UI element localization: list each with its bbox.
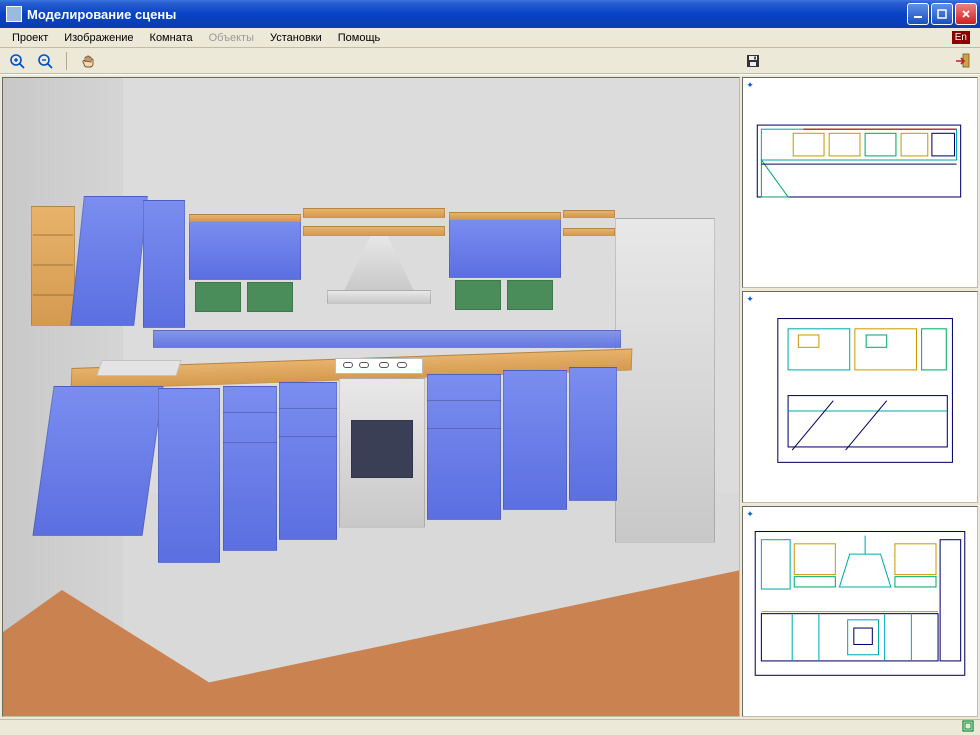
menu-help[interactable]: Помощь <box>330 30 389 46</box>
base-cabinet-6 <box>569 367 617 501</box>
window-controls <box>907 3 977 25</box>
exit-door-icon <box>954 52 972 70</box>
menu-project[interactable]: Проект <box>4 30 56 46</box>
wall-cabinet-corner <box>70 196 148 326</box>
base-cabinet-4 <box>427 374 501 520</box>
base-cabinet-3 <box>279 382 337 540</box>
base-cabinet-2 <box>223 386 277 551</box>
window-title: Моделирование сцены <box>27 7 176 22</box>
app-icon <box>6 6 22 22</box>
menubar: Проект Изображение Комната Объекты Устан… <box>0 28 980 48</box>
menu-room[interactable]: Комната <box>142 30 201 46</box>
wall-cabinet-2-top <box>189 214 301 222</box>
shelf-right <box>563 210 615 218</box>
zoom-in-icon <box>9 53 25 69</box>
menu-objects: Объекты <box>201 30 262 46</box>
menu-image[interactable]: Изображение <box>56 30 141 46</box>
scene-3d <box>3 78 739 716</box>
wall-cabinet-1 <box>143 200 185 328</box>
shelf-right-2 <box>563 228 615 236</box>
base-cabinet-1 <box>158 388 220 563</box>
viewport-3d[interactable] <box>2 77 740 717</box>
side-panel: ✦ ✦ <box>742 77 978 717</box>
minimize-button[interactable] <box>907 3 929 25</box>
wall-cabinet-3 <box>449 218 561 278</box>
zoom-in-button[interactable] <box>6 50 28 72</box>
wall-cabinet-3-top <box>449 212 561 220</box>
close-button[interactable] <box>955 3 977 25</box>
maximize-button[interactable] <box>931 3 953 25</box>
backsplash <box>153 330 621 348</box>
glass-insert-2 <box>247 282 293 312</box>
language-indicator[interactable]: En <box>952 31 970 44</box>
close-icon <box>961 9 971 19</box>
save-button[interactable] <box>742 50 764 72</box>
base-cabinet-5 <box>503 370 567 510</box>
save-icon <box>745 53 761 69</box>
wireframe-side <box>747 298 973 473</box>
minimize-icon <box>913 9 923 19</box>
maximize-icon <box>937 9 947 19</box>
statusbar <box>0 719 980 735</box>
base-cabinet-corner <box>32 386 163 536</box>
toolbar-divider <box>66 52 67 70</box>
hand-icon <box>80 53 96 69</box>
shelf-over-hood-2 <box>303 208 445 218</box>
status-icon <box>962 723 974 735</box>
wireframe-front <box>747 513 973 688</box>
titlebar: Моделирование сцены <box>0 0 980 28</box>
wall-cabinet-2 <box>189 220 301 280</box>
wireframe-top <box>747 84 973 259</box>
sink <box>96 360 181 376</box>
menu-settings[interactable]: Установки <box>262 30 330 46</box>
shelf-over-hood <box>303 226 445 236</box>
view-front-elevation[interactable]: ✦ <box>742 506 978 717</box>
view-top-plan[interactable]: ✦ <box>742 77 978 288</box>
pan-button[interactable] <box>77 50 99 72</box>
oven-window <box>351 420 413 478</box>
glass-insert-1 <box>195 282 241 312</box>
appliance-fridge <box>615 218 715 543</box>
view-side-elevation[interactable]: ✦ <box>742 291 978 502</box>
hood-base <box>327 290 431 304</box>
shelf-corner <box>31 206 75 326</box>
glass-insert-4 <box>507 280 553 310</box>
zoom-out-button[interactable] <box>34 50 56 72</box>
exit-button[interactable] <box>952 50 974 72</box>
zoom-out-icon <box>37 53 53 69</box>
glass-insert-3 <box>455 280 501 310</box>
main-area: ✦ ✦ <box>0 74 980 719</box>
toolbar <box>0 48 980 74</box>
